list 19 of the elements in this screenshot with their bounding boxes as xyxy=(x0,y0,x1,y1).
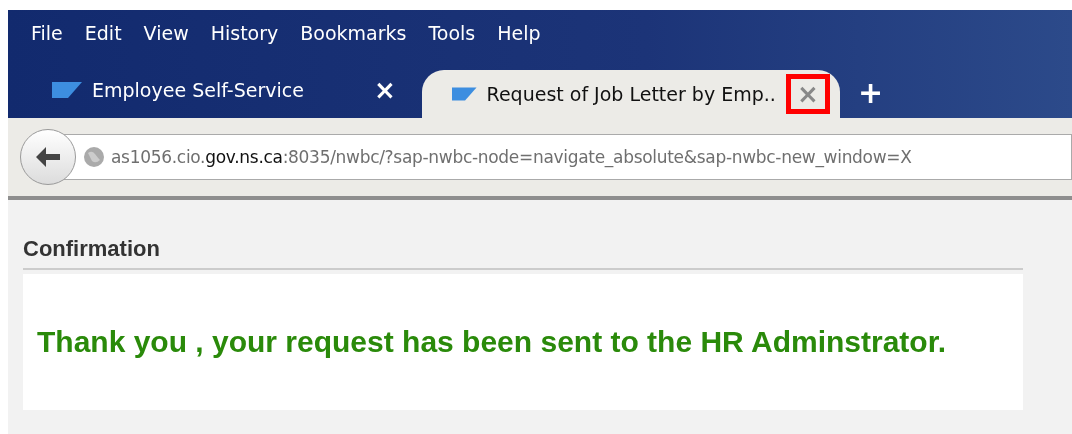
browser-tab[interactable]: Request of Job Letter by Emp.. × xyxy=(422,70,840,118)
back-button[interactable] xyxy=(20,129,76,185)
menu-item[interactable]: Help xyxy=(486,21,552,44)
tab-title: Employee Self-Service xyxy=(92,79,305,101)
menu-item[interactable]: Tools xyxy=(417,21,487,44)
back-arrow-icon xyxy=(35,146,61,168)
menu-item[interactable]: History xyxy=(199,21,290,44)
browser-tab[interactable]: Employee Self-Service × xyxy=(22,66,422,114)
globe-icon xyxy=(83,146,105,168)
confirmation-message: Thank you , your request has been sent to the HR Adminstrator. xyxy=(37,325,947,359)
menu-item[interactable]: View xyxy=(132,21,200,44)
tab-close-button[interactable]: × xyxy=(358,70,412,110)
menu-item[interactable]: Edit xyxy=(73,21,133,44)
menu-item[interactable]: File xyxy=(20,21,74,44)
address-field[interactable]: as1056.cio.gov.ns.ca:8035/nwbc/?sap-nwbc-node=navigate_absolute&sap-nwbc-new_window=X xyxy=(62,134,1072,180)
tab-title: Request of Job Letter by Emp.. xyxy=(486,83,776,105)
new-tab-button[interactable]: + xyxy=(858,75,884,110)
section-title: Confirmation xyxy=(23,236,1023,270)
menu-item[interactable]: Bookmarks xyxy=(289,21,418,44)
